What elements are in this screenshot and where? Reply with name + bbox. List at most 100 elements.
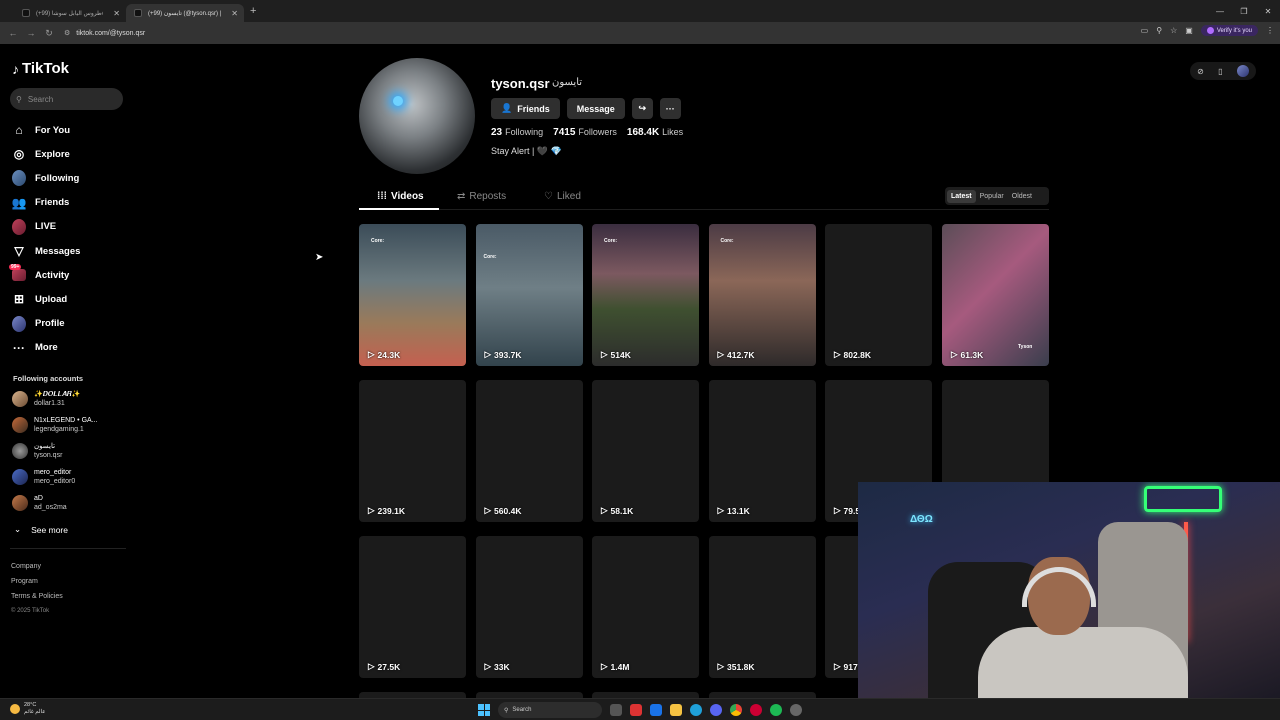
nav-more[interactable]: ··· More — [12, 336, 80, 360]
device-icon[interactable]: ▯ — [1218, 67, 1222, 76]
capture-icon[interactable] — [750, 704, 762, 716]
video-card[interactable]: Core: ▷ 24.3K — [359, 224, 466, 366]
sort-latest[interactable]: Latest — [947, 189, 976, 203]
nav-messages[interactable]: ▽ Messages — [12, 239, 80, 263]
video-card[interactable]: ▷ 351.8K — [708, 536, 816, 678]
browser-tab-bar: (+99) طروس اليابل سوشا# | TikTok ✕ (+99)… — [0, 0, 1280, 22]
footer-link-terms[interactable]: Terms & Policies — [11, 590, 63, 605]
view-count: ▷ 27.5K — [368, 661, 401, 672]
sort-popular[interactable]: Popular — [976, 190, 1008, 203]
video-card[interactable]: ▷ 33K — [475, 536, 583, 678]
message-button[interactable]: Message — [566, 98, 625, 119]
video-card[interactable]: ▷ 239.1K — [359, 380, 466, 522]
browser-menu-icon[interactable]: ⋮ — [1266, 26, 1274, 35]
nav-label: Following — [35, 172, 80, 184]
browser-tab-2[interactable]: (+99) تايسون (@tyson.qsr) | TikTok ✕ — [126, 4, 244, 22]
url-field[interactable]: ⚙ tiktok.com/@tyson.qsr — [64, 29, 146, 38]
chrome-icon[interactable] — [730, 704, 742, 716]
nav-live[interactable]: LIVE — [12, 215, 80, 239]
sort-toggle: Latest Popular Oldest — [945, 187, 1049, 205]
nav-activity[interactable]: 99+ Activity — [9, 263, 80, 287]
video-card[interactable]: ▷ 802.8K — [825, 224, 932, 366]
reload-icon[interactable]: ↻ — [40, 28, 58, 39]
video-card[interactable]: ▷ 560.4K — [475, 380, 583, 522]
tiktok-logo[interactable]: ♪ TikTok — [12, 60, 69, 77]
weather-widget[interactable]: 28°C عالم غائم — [10, 702, 46, 716]
zoom-icon[interactable]: ⚲ — [1156, 26, 1162, 35]
outlook-icon[interactable] — [650, 704, 662, 716]
following-label[interactable]: Following — [505, 127, 543, 137]
video-card[interactable]: Tyson ▷ 61.3K — [942, 224, 1049, 366]
see-more-button[interactable]: ⌄ See more — [14, 524, 68, 535]
account-handle: legendgaming.1 — [34, 426, 84, 433]
account-item[interactable]: aD ad_os2ma — [12, 494, 67, 512]
account-item[interactable]: تايسون tyson.qsr — [12, 442, 62, 460]
share-button[interactable]: ↪ — [631, 98, 653, 119]
settings-icon[interactable] — [790, 704, 802, 716]
tab-liked[interactable]: ♡ Liked — [544, 191, 581, 202]
play-icon: ▷ — [484, 505, 492, 515]
following-accounts-title: Following accounts — [13, 374, 84, 383]
minimize-icon[interactable]: — — [1208, 0, 1232, 22]
taskbar-search[interactable]: ⚲ Search — [498, 702, 602, 718]
video-card[interactable]: ▷ 27.5K — [359, 536, 466, 678]
footer-link-company[interactable]: Company — [11, 560, 63, 575]
install-icon[interactable]: ▭ — [1141, 26, 1149, 35]
view-count: ▷ 61.3K — [951, 349, 984, 360]
tiktok-favicon-icon — [134, 9, 142, 17]
extensions-icon[interactable]: ▣ — [1185, 26, 1193, 35]
sidebar-footer: Company Program Terms & Policies © 2025 … — [11, 560, 63, 619]
file-explorer-icon[interactable] — [670, 704, 682, 716]
site-info-icon[interactable]: ⚙ — [64, 29, 70, 37]
nav-following[interactable]: Following — [12, 166, 80, 190]
video-card[interactable]: Core: ▷ 412.7K — [708, 224, 816, 366]
close-window-icon[interactable]: ✕ — [1256, 0, 1280, 22]
video-card[interactable]: Core: ▷ 393.7K — [475, 224, 583, 366]
friends-button[interactable]: 👤 Friends — [491, 98, 560, 119]
browser-tab-1[interactable]: (+99) طروس اليابل سوشا# | TikTok ✕ — [14, 4, 126, 22]
home-icon: ⌂ — [15, 123, 23, 138]
discord-icon[interactable] — [710, 704, 722, 716]
nav-upload[interactable]: ⊞ Upload — [12, 287, 80, 311]
view-count: ▷ 351.8K — [717, 661, 755, 672]
account-item[interactable]: mero_editor mero_editor0 — [12, 468, 75, 486]
back-icon[interactable]: ← — [4, 28, 22, 38]
tab-reposts[interactable]: ⇄ Reposts — [457, 191, 506, 202]
user-avatar[interactable] — [1236, 65, 1249, 77]
url-text: tiktok.com/@tyson.qsr — [76, 29, 146, 37]
account-avatar — [12, 391, 28, 407]
nav-for-you[interactable]: ⌂ For You — [12, 118, 80, 142]
new-tab-icon[interactable]: + — [250, 5, 256, 17]
video-card[interactable]: ▷ 13.1K — [708, 380, 816, 522]
account-item[interactable]: ✨𝑫𝑶𝑳𝑳𝑨𝑹✨ dollar1.31 — [12, 390, 81, 408]
video-card[interactable]: ▷ 1.4M — [592, 536, 699, 678]
nav-explore[interactable]: ◎ Explore — [12, 142, 80, 166]
close-tab-icon[interactable]: ✕ — [113, 9, 120, 18]
more-options-button[interactable]: ··· — [659, 98, 681, 119]
bookmark-star-icon[interactable]: ☆ — [1170, 26, 1177, 35]
account-item[interactable]: N1xLEGEND • GA... legendgaming.1 — [12, 416, 98, 434]
nav-profile[interactable]: Profile — [12, 312, 80, 336]
nav-friends[interactable]: 👥 Friends — [12, 191, 80, 215]
view-count: ▷ 560.4K — [484, 505, 522, 516]
thumb-text: Core: — [604, 238, 618, 244]
play-icon: ▷ — [601, 661, 608, 671]
verify-button[interactable]: Verify it's you — [1200, 25, 1258, 36]
restore-icon[interactable]: ❐ — [1232, 0, 1256, 22]
windows-start-icon[interactable] — [478, 704, 490, 716]
task-view-icon[interactable] — [610, 704, 622, 716]
footer-link-program[interactable]: Program — [11, 575, 63, 590]
compass-small-icon[interactable]: ⊘ — [1197, 67, 1204, 76]
sort-oldest[interactable]: Oldest — [1008, 190, 1036, 203]
app-red-icon[interactable] — [630, 704, 642, 716]
search-input[interactable]: ⚲ Search — [10, 88, 123, 110]
tab-videos[interactable]: ⁞⁞⁞ Videos — [377, 191, 424, 202]
spotify-icon[interactable] — [770, 704, 782, 716]
forward-icon[interactable]: → — [22, 28, 40, 38]
close-tab-icon[interactable]: ✕ — [231, 9, 238, 18]
followers-label[interactable]: Followers — [578, 127, 617, 137]
video-card[interactable]: ▷ 58.1K — [592, 380, 699, 522]
edge-icon[interactable] — [690, 704, 702, 716]
video-card[interactable]: Core: ▷ 514K — [592, 224, 699, 366]
account-name: mero_editor — [34, 469, 72, 476]
